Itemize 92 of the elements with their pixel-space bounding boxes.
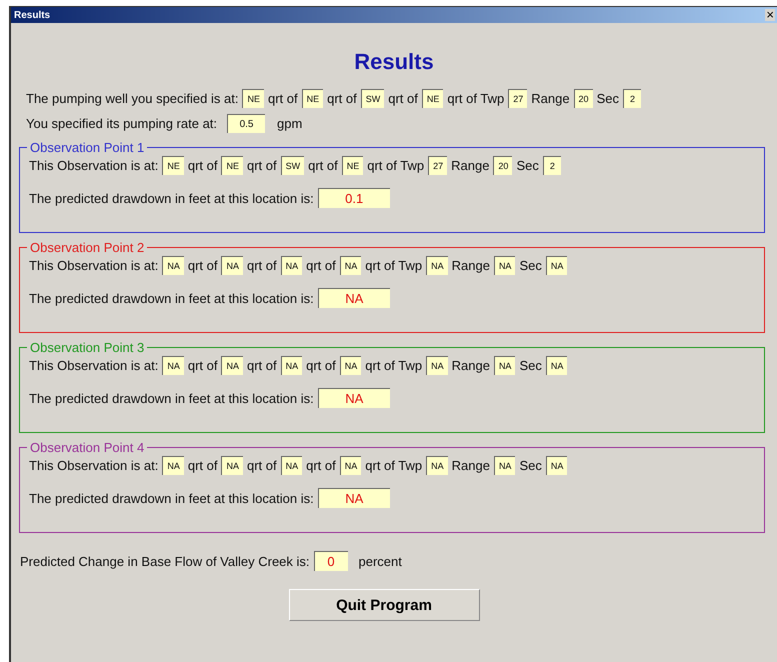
drawdown-field: NA <box>318 388 390 408</box>
field-label: This Observation is at: <box>29 258 158 273</box>
field-label: Range <box>452 458 490 473</box>
location-field: NA <box>426 256 448 275</box>
field-label: qrt of <box>306 258 336 273</box>
window-title: Results <box>14 10 50 20</box>
drawdown-field: NA <box>318 488 390 508</box>
field-label: Range <box>451 158 490 173</box>
close-button[interactable]: × <box>765 9 775 21</box>
field-label: qrt of <box>388 91 418 106</box>
rate-label: You specified its pumping rate at: <box>26 116 218 131</box>
field-label: Sec <box>519 458 542 473</box>
field-label: qrt of <box>188 458 218 473</box>
location-field: SW <box>360 89 384 108</box>
location-field: NA <box>221 356 243 375</box>
drawdown-label: The predicted drawdown in feet at this location is: <box>29 490 314 506</box>
field-label: Sec <box>516 158 539 173</box>
field-label: qrt of Twp <box>365 258 422 273</box>
field-label: qrt of <box>188 358 218 373</box>
field-label: This Observation is at: <box>29 158 158 173</box>
base-flow-field: 0 <box>314 551 348 571</box>
location-field: NA <box>162 456 184 475</box>
location-field: NA <box>494 356 516 375</box>
drawdown-field: NA <box>318 288 390 308</box>
location-field: NA <box>221 456 243 475</box>
field-label: This Observation is at: <box>29 458 158 473</box>
location-field: 20 <box>493 156 512 175</box>
field-label: qrt of <box>306 358 336 373</box>
field-label: Sec <box>519 358 542 373</box>
field-label: Sec <box>596 91 619 106</box>
location-field: NA <box>426 356 448 375</box>
location-field: NA <box>340 256 362 275</box>
base-flow-label: Predicted Change in Base Flow of Valley Creek is: <box>20 554 310 568</box>
location-field: NA <box>494 256 516 275</box>
location-field: 2 <box>542 156 561 175</box>
location-field: NA <box>280 456 302 475</box>
location-field: 2 <box>622 89 641 108</box>
group-title: Observation Point 2 <box>27 240 148 255</box>
location-field: NA <box>426 456 448 475</box>
location-field: NA <box>221 256 243 275</box>
location-field: 27 <box>428 156 448 175</box>
field-label: This Observation is at: <box>29 358 158 373</box>
location-field: NA <box>280 356 302 375</box>
unit-label: percent <box>358 554 402 568</box>
field-label: qrt of <box>246 258 277 273</box>
drawdown-field: 0.1 <box>318 188 390 208</box>
field-label: qrt of <box>308 158 338 173</box>
field-label: qrt of Twp <box>367 158 424 173</box>
location-field: NA <box>340 456 362 475</box>
quit-button[interactable]: Quit Program <box>288 589 480 621</box>
field-label: qrt of <box>327 91 357 106</box>
location-field: NA <box>340 356 362 375</box>
field-label: qrt of Twp <box>365 358 422 373</box>
field-label: Range <box>452 258 490 273</box>
field-label: qrt of <box>268 91 298 106</box>
drawdown-label: The predicted drawdown in feet at this location is: <box>29 190 314 206</box>
location-field: 27 <box>508 89 528 108</box>
location-field: NE <box>242 89 264 108</box>
location-field: NA <box>280 256 302 275</box>
location-field: NE <box>162 156 184 175</box>
group-title: Observation Point 1 <box>27 140 148 155</box>
location-field: NA <box>546 256 568 275</box>
rate-field: 0.5 <box>227 114 266 133</box>
location-field: NA <box>546 356 568 375</box>
field-label: qrt of <box>246 358 277 373</box>
location-field: NA <box>162 256 184 275</box>
field-label: qrt of <box>188 158 218 173</box>
field-label: Range <box>531 91 570 106</box>
location-field: NE <box>221 156 243 175</box>
location-field: SW <box>280 156 304 175</box>
location-field: NA <box>546 456 568 475</box>
field-label: qrt of Twp <box>447 91 504 106</box>
field-label: qrt of <box>188 258 218 273</box>
location-field: NE <box>342 156 364 175</box>
drawdown-label: The predicted drawdown in feet at this location is: <box>29 390 314 406</box>
group-title: Observation Point 4 <box>27 440 148 455</box>
location-field: NA <box>494 456 516 475</box>
field-label: The pumping well you specified is at: <box>26 91 238 106</box>
location-field: 20 <box>574 89 593 108</box>
field-label: qrt of <box>246 458 277 473</box>
field-label: qrt of <box>246 158 277 173</box>
heading: Results <box>353 49 435 75</box>
field-label: qrt of <box>306 458 336 473</box>
field-label: qrt of Twp <box>365 458 422 473</box>
field-label: Sec <box>519 258 542 273</box>
drawdown-label: The predicted drawdown in feet at this location is: <box>29 290 314 306</box>
unit-label: gpm <box>277 116 302 131</box>
group-title: Observation Point 3 <box>27 340 148 355</box>
field-label: Range <box>452 358 490 373</box>
location-field: NE <box>422 89 444 108</box>
location-field: NA <box>162 356 184 375</box>
location-field: NE <box>302 89 324 108</box>
